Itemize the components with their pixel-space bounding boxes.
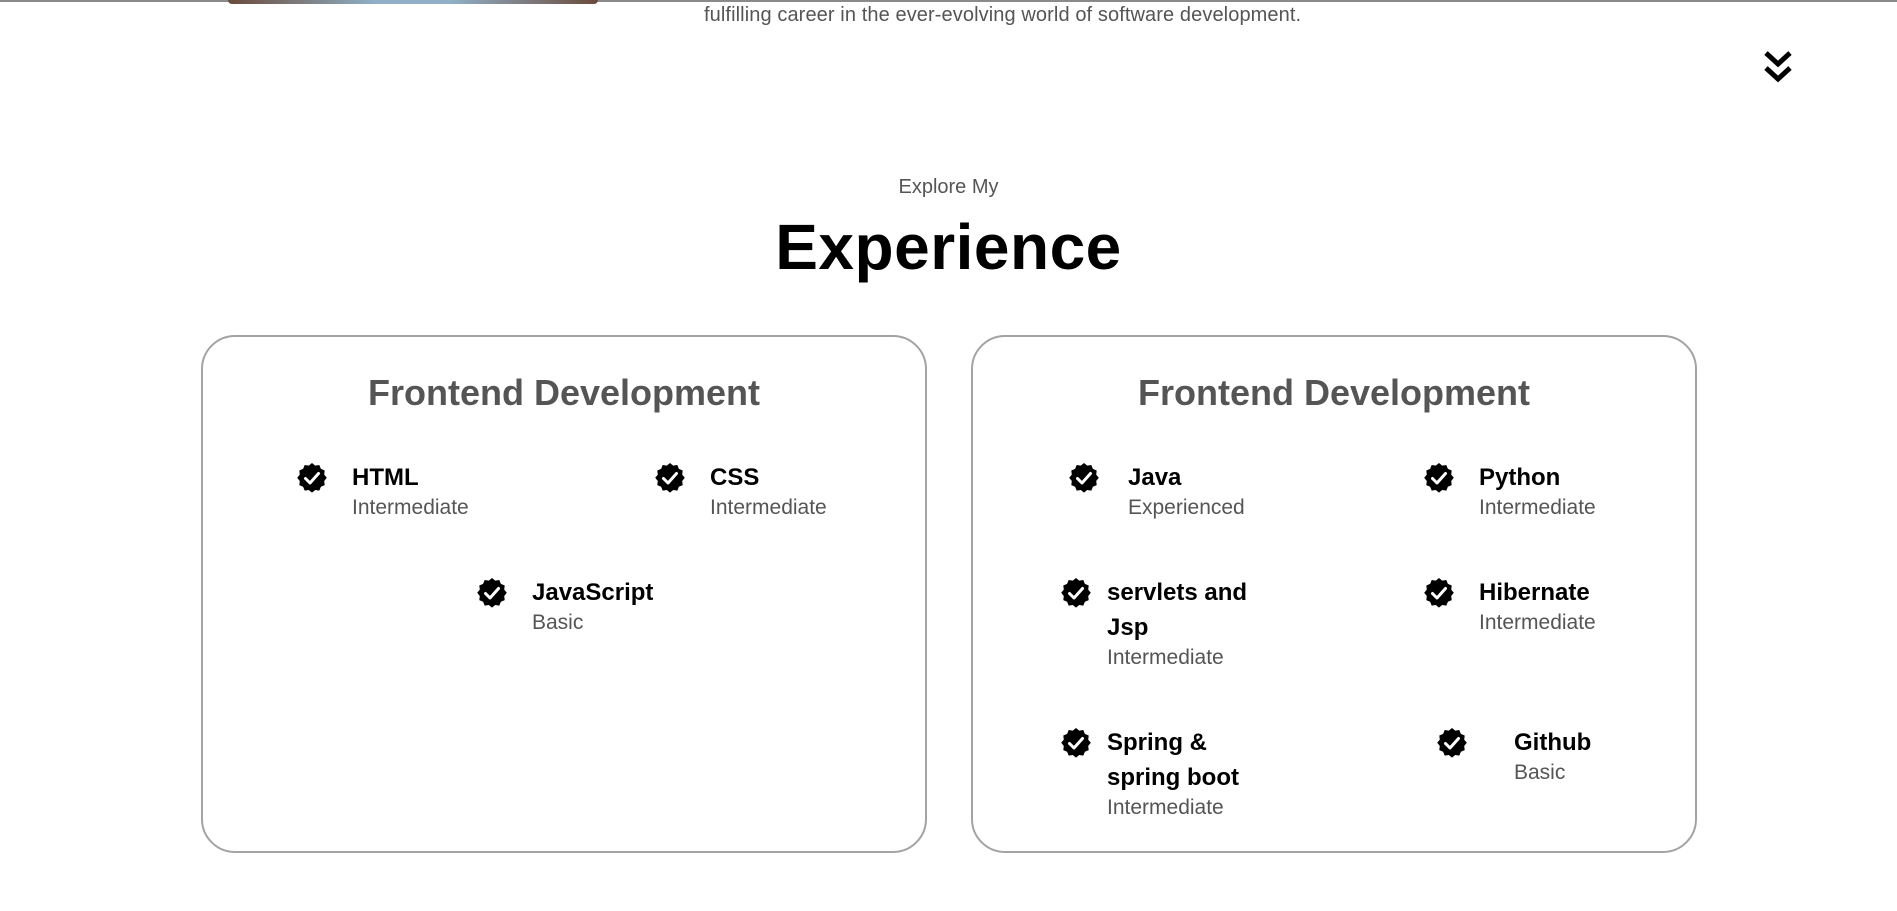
skill-level: Experienced [1128, 496, 1245, 519]
card-title: Frontend Development [1137, 372, 1531, 413]
skill-level: Intermediate [710, 496, 827, 519]
skill-level: Intermediate [1107, 796, 1224, 819]
skill-name: HTML [352, 464, 419, 491]
verified-check-badge-icon [476, 577, 508, 609]
section-title: Experience [775, 211, 1122, 283]
about-intro-text: fulfilling career in the ever-evolving w… [704, 4, 1302, 26]
skill-name: JavaScript [532, 579, 654, 606]
skill-level: Basic [1514, 761, 1566, 784]
card-title: Frontend Development [367, 372, 761, 413]
skill-level: Intermediate [1479, 496, 1596, 519]
skill-name: Spring & [1107, 729, 1207, 756]
section-eyebrow: Explore My [898, 176, 999, 198]
verified-check-badge-icon [1060, 727, 1092, 759]
skill-level: Basic [532, 611, 584, 634]
skill-name-line2: Jsp [1107, 614, 1149, 641]
experience-card-frontend: Frontend Development HTML Intermediate C… [201, 335, 927, 853]
verified-check-badge-icon [296, 462, 328, 494]
experience-card-backend: Frontend Development Java Experienced Py… [971, 335, 1697, 853]
skill-name-line2: spring boot [1107, 764, 1239, 791]
skill-level: Intermediate [1107, 646, 1224, 669]
skill-name: CSS [710, 464, 760, 491]
verified-check-badge-icon [1423, 577, 1455, 609]
verified-check-badge-icon [1423, 462, 1455, 494]
profile-image [228, 0, 598, 4]
skill-name: Hibernate [1479, 579, 1590, 606]
skill-name: servlets and [1107, 579, 1248, 606]
verified-check-badge-icon [1436, 727, 1468, 759]
skill-name: Java [1128, 464, 1182, 491]
verified-check-badge-icon [1068, 462, 1100, 494]
skill-level: Intermediate [1479, 611, 1596, 634]
skill-name: Python [1479, 464, 1561, 491]
double-chevron-down-icon[interactable] [1762, 50, 1794, 84]
skill-name: Github [1514, 729, 1592, 756]
skill-level: Intermediate [352, 496, 469, 519]
verified-check-badge-icon [1060, 577, 1092, 609]
verified-check-badge-icon [654, 462, 686, 494]
